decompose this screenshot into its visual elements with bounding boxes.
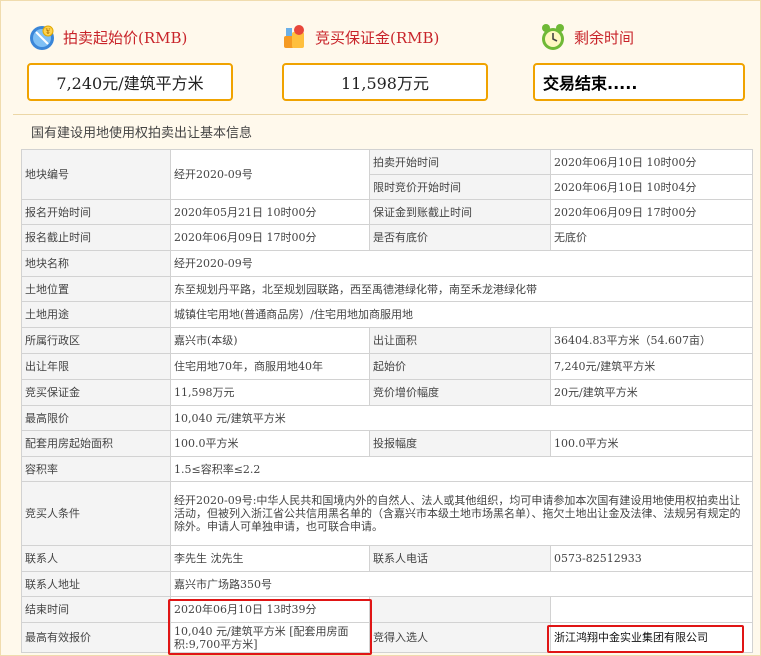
auction-start-value: 2020年06月10日 10时00分	[550, 149, 753, 175]
parcel-name-label: 地块名称	[21, 250, 171, 277]
bid-step-label: 投报幅度	[369, 430, 551, 457]
table-row: 地块名称 经开2020-09号	[21, 250, 753, 277]
reg-start-label: 报名开始时间	[21, 199, 171, 225]
auction-page: ¥ 拍卖起始价(RMB) 7,240元/建筑平方米 竞买保证金(RMB) 11,…	[0, 0, 761, 656]
alarm-clock-icon	[542, 24, 564, 50]
end-time-label: 结束时间	[21, 596, 171, 623]
far-value: 1.5≤容积率≤2.2	[170, 456, 753, 482]
district-label: 所属行政区	[21, 327, 171, 354]
limited-start-label: 限时竞价开始时间	[369, 174, 551, 200]
winner-label: 竞得入选人	[369, 622, 551, 653]
table-row: 土地位置 东至规划丹平路，北至规划园联路，西至禹德港绿化带，南至禾龙港绿化带	[21, 276, 753, 302]
increment-value: 20元/建筑平方米	[550, 379, 753, 406]
table-row: 最高有效报价 10,040 元/建筑平方米 [配套用房面积:9,700平方米] …	[21, 622, 753, 653]
bidder-cond-value: 经开2020-09号:中华人民共和国境内外的自然人、法人或其他组织，均可申请参加…	[170, 481, 753, 546]
max-price-value: 10,040 元/建筑平方米	[170, 405, 753, 431]
table-row: 所属行政区 嘉兴市(本级) 出让面积 36404.83平方米（54.607亩）	[21, 327, 753, 354]
parcel-name-value: 经开2020-09号	[170, 250, 753, 277]
reg-end-label: 报名截止时间	[21, 224, 171, 251]
table-row: 联系人地址 嘉兴市广场路350号	[21, 571, 753, 597]
housing-start-value: 100.0平方米	[170, 430, 370, 457]
parcel-no-label: 地块编号	[21, 149, 171, 200]
phone-label: 联系人电话	[369, 545, 551, 572]
table-row: 出让年限 住宅用地70年，商服用地40年 起始价 7,240元/建筑平方米	[21, 353, 753, 380]
deposit-deadline-value: 2020年06月09日 17时00分	[550, 199, 753, 225]
table-row: 配套用房起始面积 100.0平方米 投报幅度 100.0平方米	[21, 430, 753, 457]
start-price-label: 拍卖起始价(RMB)	[63, 28, 188, 47]
top-bid-value: 10,040 元/建筑平方米 [配套用房面积:9,700平方米]	[170, 622, 370, 653]
section-divider	[13, 114, 748, 115]
table-row: 结束时间 2020年06月10日 13时39分	[21, 596, 753, 623]
start-price-cell: 7,240元/建筑平方米	[550, 353, 753, 380]
start-price-header: ¥ 拍卖起始价(RMB)	[27, 20, 187, 54]
deposit-cell: 11,598万元	[170, 379, 370, 406]
table-row: 竞买保证金 11,598万元 竞价增价幅度 20元/建筑平方米	[21, 379, 753, 406]
winner-value: 浙江鸿翔中金实业集团有限公司	[550, 622, 753, 653]
deposit-value: 11,598万元	[282, 63, 488, 101]
reg-start-value: 2020年05月21日 10时00分	[170, 199, 370, 225]
money-bag-icon: ¥	[30, 25, 54, 50]
section-title: 国有建设用地使用权拍卖出让基本信息	[31, 126, 253, 141]
address-value: 嘉兴市广场路350号	[170, 571, 753, 597]
deposit-header: 竞买保证金(RMB)	[279, 20, 439, 54]
table-row: 报名截止时间 2020年06月09日 17时00分 是否有底价 无底价	[21, 224, 753, 251]
location-value: 东至规划丹平路，北至规划园联路，西至禹德港绿化带，南至禾龙港绿化带	[170, 276, 753, 302]
start-price-value: 7,240元/建筑平方米	[27, 63, 233, 101]
land-info-table: 地块编号 经开2020-09号 拍卖开始时间 2020年06月10日 10时00…	[21, 149, 753, 653]
usage-value: 城镇住宅用地(普通商品房）/住宅用地加商服用地	[170, 301, 753, 328]
table-row: 最高限价 10,040 元/建筑平方米	[21, 405, 753, 431]
table-row: 竞买人条件 经开2020-09号:中华人民共和国境内外的自然人、法人或其他组织，…	[21, 481, 753, 546]
table-row: 土地用途 城镇住宅用地(普通商品房）/住宅用地加商服用地	[21, 301, 753, 328]
bidder-cond-label: 竞买人条件	[21, 481, 171, 546]
reg-end-value: 2020年06月09日 17时00分	[170, 224, 370, 251]
remaining-time-header: 剩余时间	[538, 20, 634, 54]
top-bid-label: 最高有效报价	[21, 622, 171, 653]
increment-label: 竞价增价幅度	[369, 379, 551, 406]
housing-start-label: 配套用房起始面积	[21, 430, 171, 457]
limited-start-value: 2020年06月10日 10时04分	[550, 174, 753, 200]
address-label: 联系人地址	[21, 571, 171, 597]
bid-step-value: 100.0平方米	[550, 430, 753, 457]
max-price-label: 最高限价	[21, 405, 171, 431]
auction-start-label: 拍卖开始时间	[369, 149, 551, 175]
svg-text:¥: ¥	[45, 28, 51, 36]
remaining-time-value: 交易结束.....	[533, 63, 745, 101]
reserve-label: 是否有底价	[369, 224, 551, 251]
table-row: 联系人 李先生 沈先生 联系人电话 0573-82512933	[21, 545, 753, 572]
empty-label-cell	[369, 596, 551, 623]
table-row: 地块编号 经开2020-09号 拍卖开始时间 2020年06月10日 10时00…	[21, 149, 753, 200]
deposit-label-cell: 竞买保证金	[21, 379, 171, 406]
far-label: 容积率	[21, 456, 171, 482]
remaining-time-label: 剩余时间	[574, 28, 635, 47]
reserve-value: 无底价	[550, 224, 753, 251]
contact-label: 联系人	[21, 545, 171, 572]
contact-value: 李先生 沈先生	[170, 545, 370, 572]
deposit-deadline-label: 保证金到账截止时间	[369, 199, 551, 225]
location-label: 土地位置	[21, 276, 171, 302]
usage-label: 土地用途	[21, 301, 171, 328]
table-row: 容积率 1.5≤容积率≤2.2	[21, 456, 753, 482]
start-price-label-cell: 起始价	[369, 353, 551, 380]
coins-icon	[284, 25, 304, 48]
table-row: 报名开始时间 2020年05月21日 10时00分 保证金到账截止时间 2020…	[21, 199, 753, 225]
district-value: 嘉兴市(本级)	[170, 327, 370, 354]
auction-summary: ¥ 拍卖起始价(RMB) 7,240元/建筑平方米 竞买保证金(RMB) 11,…	[1, 1, 761, 111]
term-value: 住宅用地70年，商服用地40年	[170, 353, 370, 380]
area-value: 36404.83平方米（54.607亩）	[550, 327, 753, 354]
area-label: 出让面积	[369, 327, 551, 354]
phone-value: 0573-82512933	[550, 545, 753, 572]
parcel-no-value: 经开2020-09号	[170, 149, 370, 200]
term-label: 出让年限	[21, 353, 171, 380]
empty-value-cell	[550, 596, 753, 623]
deposit-label: 竞买保证金(RMB)	[315, 28, 440, 47]
end-time-value: 2020年06月10日 13时39分	[170, 596, 370, 623]
